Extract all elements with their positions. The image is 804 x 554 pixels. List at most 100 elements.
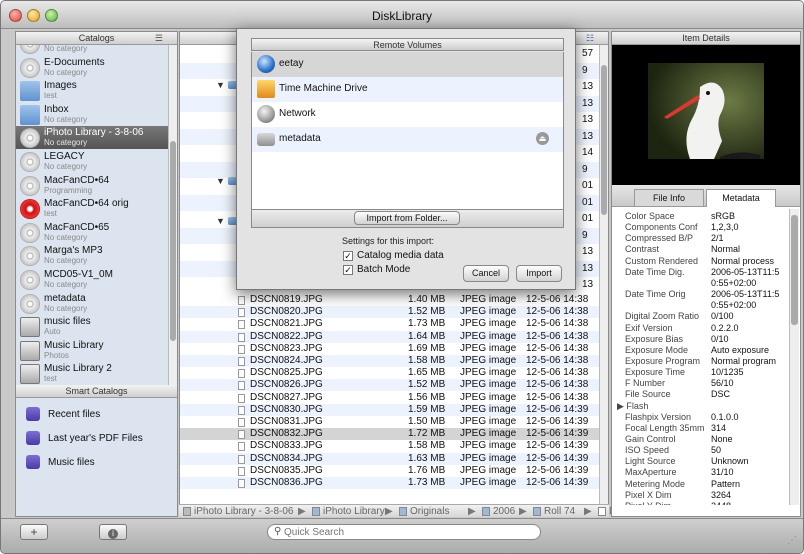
list-view-icon[interactable]: ☷	[586, 32, 594, 45]
path-separator-icon: ▶	[584, 506, 592, 517]
file-row[interactable]: DSCN0820.JPG 1.52 MB JPEG image 12-5-06 14:…	[180, 306, 600, 319]
metadata-row: Focal Length 35mm 314	[612, 423, 787, 434]
file-row[interactable]: DSCN0824.JPG 1.58 MB JPEG image 12-5-06 14:…	[180, 355, 600, 367]
file-date: 12-5-06 14:39	[526, 440, 589, 452]
file-row[interactable]: DSCN0832.JPG 1.72 MB JPEG image 12-5-06 14:…	[180, 428, 600, 441]
metadata-value: Normal process	[711, 255, 775, 266]
file-date: 12-5-06 14:39	[526, 416, 589, 427]
catalog-scroll-thumb[interactable]	[170, 141, 176, 341]
row-date-fragment: 01	[582, 180, 594, 191]
file-name: DSCN0826.JPG	[250, 379, 323, 391]
catalog-item[interactable]: music files Auto	[16, 315, 169, 338]
metadata-row: Metering Mode Pattern	[612, 479, 787, 490]
catalog-item[interactable]: MacFanCD•65 No category	[16, 221, 169, 244]
metadata-scrollbar[interactable]	[789, 209, 799, 505]
smart-catalog-item[interactable]: Recent files	[20, 404, 170, 426]
volume-item-network[interactable]: Network	[252, 102, 563, 127]
file-row[interactable]: DSCN0826.JPG 1.52 MB JPEG image 12-5-06 14:…	[180, 379, 600, 392]
file-kind: JPEG image	[460, 391, 517, 403]
title-bar: DiskLibrary	[1, 1, 803, 29]
metadata-value: Unknown	[711, 456, 749, 467]
file-row[interactable]: DSCN0822.JPG 1.64 MB JPEG image 12-5-06 14:…	[180, 330, 600, 343]
file-row[interactable]: DSCN0825.JPG 1.65 MB JPEG image 12-5-06 14:…	[180, 367, 600, 379]
jpeg-file-icon	[238, 381, 245, 391]
file-row[interactable]: DSCN0827.JPG 1.56 MB JPEG image 12-5-06 14:…	[180, 392, 600, 404]
eject-icon[interactable]: ⏏	[536, 132, 549, 145]
catalog-item[interactable]: Images test	[16, 79, 169, 102]
row-date-fragment: 13	[582, 97, 594, 109]
jpeg-file-icon	[238, 296, 245, 305]
batch-mode-label: Batch Mode	[357, 264, 411, 275]
catalog-item[interactable]: Music Library 2 test	[16, 362, 169, 385]
catalog-item[interactable]: No category	[16, 45, 169, 55]
catalog-media-checkbox[interactable]: ✓	[343, 251, 353, 261]
catalog-item[interactable]: MCD05-V1_0M No category	[16, 268, 169, 291]
tab-file-info[interactable]: File Info	[634, 189, 704, 206]
quick-search-input[interactable]	[284, 526, 524, 539]
quick-search-field[interactable]: ⚲	[267, 524, 541, 540]
metadata-scroll-thumb[interactable]	[791, 215, 798, 325]
file-name: DSCN0821.JPG	[250, 318, 323, 330]
catalog-item[interactable]: LEGACY No category	[16, 150, 169, 173]
import-from-folder-button[interactable]: Import from Folder...	[354, 211, 460, 225]
file-scrollbar[interactable]	[599, 45, 608, 505]
folder-icon	[312, 507, 320, 516]
volume-item-metadata[interactable]: metadata ⏏	[252, 127, 563, 152]
cancel-button[interactable]: Cancel	[463, 265, 509, 282]
file-row[interactable]: DSCN0819.JPG 1.40 MB JPEG image 12-5-06 14:…	[180, 294, 600, 306]
batch-mode-checkbox[interactable]: ✓	[343, 265, 353, 275]
file-kind: JPEG image	[460, 452, 517, 464]
file-row[interactable]: DSCN0830.JPG 1.59 MB JPEG image 12-5-06 14:…	[180, 403, 600, 416]
file-size: 1.58 MB	[408, 440, 446, 452]
file-size: 1.65 MB	[408, 367, 446, 379]
tab-metadata[interactable]: Metadata	[706, 189, 776, 207]
disclosure-triangle-icon[interactable]: ▼	[216, 176, 225, 186]
file-date: 12-5-06 14:39	[526, 464, 589, 476]
volume-item-eetay[interactable]: eetay	[252, 52, 563, 77]
close-window-button[interactable]	[9, 9, 22, 22]
catalog-item[interactable]: MacFanCD•64 Programming	[16, 174, 169, 197]
catalog-item[interactable]: Music Library Photos	[16, 339, 169, 362]
volume-item-time-machine[interactable]: Time Machine Drive	[252, 77, 563, 102]
path-segment[interactable]: iPhoto Library - 3-8-06	[194, 505, 294, 518]
jpeg-file-icon	[238, 344, 245, 354]
file-row[interactable]: DSCN0836.JPG 1.73 MB JPEG image 12-5-06 14:…	[180, 477, 600, 489]
info-icon: i	[108, 529, 118, 539]
path-segment[interactable]: iPhoto Library	[323, 505, 385, 518]
disclosure-triangle-icon[interactable]: ▼	[216, 80, 225, 90]
file-row[interactable]: DSCN0835.JPG 1.76 MB JPEG image 12-5-06 14:…	[180, 465, 600, 477]
catalog-scrollbar[interactable]	[168, 45, 177, 385]
metadata-value: 56/10	[711, 378, 734, 389]
file-row[interactable]: DSCN0833.JPG 1.58 MB JPEG image 12-5-06 14:…	[180, 440, 600, 452]
add-catalog-button[interactable]: +	[20, 524, 48, 540]
metadata-key[interactable]: ▶ Flash	[617, 401, 648, 412]
file-scroll-thumb[interactable]	[601, 65, 607, 215]
zoom-window-button[interactable]	[45, 9, 58, 22]
catalog-item[interactable]: E-Documents No category	[16, 56, 169, 79]
folder-icon	[533, 507, 541, 516]
catalog-category: No category	[44, 303, 88, 313]
catalog-category: No category	[44, 45, 88, 53]
disclosure-triangle-icon[interactable]: ▼	[216, 216, 225, 226]
import-button[interactable]: Import	[516, 265, 562, 282]
resize-grip-icon[interactable]: ⋰	[787, 535, 797, 546]
file-row[interactable]: DSCN0831.JPG 1.50 MB JPEG image 12-5-06 14:…	[180, 416, 600, 428]
file-row[interactable]: DSCN0821.JPG 1.73 MB JPEG image 12-5-06 14:…	[180, 318, 600, 330]
path-segment[interactable]: 2006	[493, 505, 515, 518]
catalog-item[interactable]: Inbox No category	[16, 103, 169, 126]
metadata-value: Pattern	[711, 478, 741, 489]
path-segment[interactable]: Originals	[410, 505, 449, 518]
info-button[interactable]: i	[99, 524, 127, 540]
path-segment[interactable]: Roll 74	[544, 505, 575, 518]
catalog-item[interactable]: MacFanCD•64 orig test	[16, 197, 169, 220]
smart-catalog-item[interactable]: Last year's PDF Files	[20, 428, 170, 450]
minimize-window-button[interactable]	[27, 9, 40, 22]
smart-catalog-item[interactable]: Music files	[20, 452, 170, 474]
catalog-item[interactable]: Marga's MP3 No category	[16, 244, 169, 267]
file-row[interactable]: DSCN0834.JPG 1.63 MB JPEG image 12-5-06 14:…	[180, 452, 600, 465]
catalog-item[interactable]: metadata No category	[16, 292, 169, 315]
folder-icon	[183, 507, 191, 516]
sort-icon[interactable]: ☰	[155, 32, 163, 45]
file-row[interactable]: DSCN0823.JPG 1.69 MB JPEG image 12-5-06 14:…	[180, 343, 600, 355]
catalog-item[interactable]: iPhoto Library - 3-8-06 No category	[16, 126, 169, 150]
